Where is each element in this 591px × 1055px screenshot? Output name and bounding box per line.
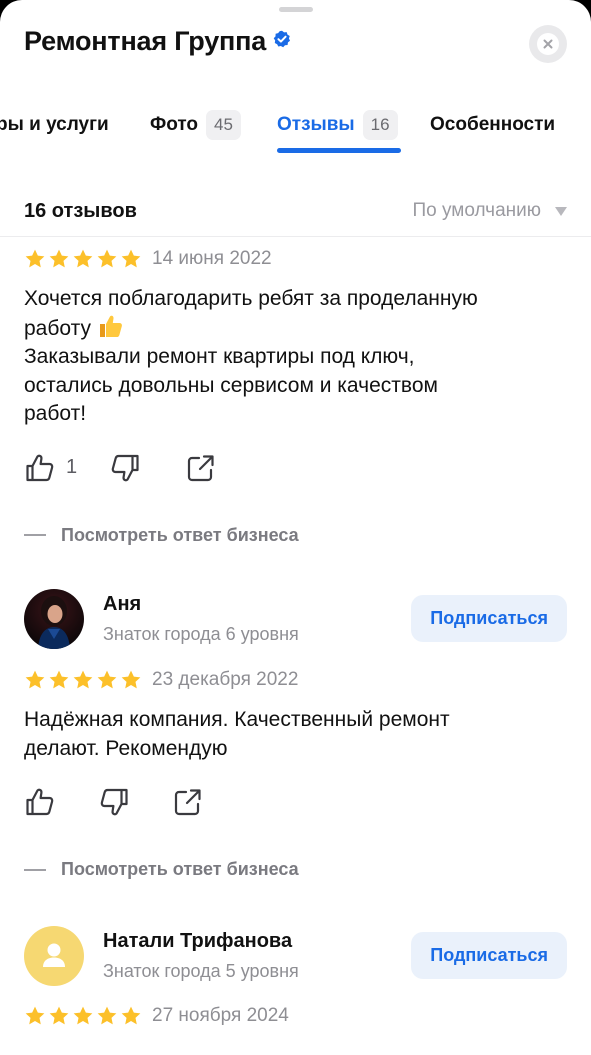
like-count: 1 — [66, 456, 78, 478]
sheet-grabber[interactable] — [279, 7, 313, 12]
star-icon — [121, 1006, 141, 1025]
rating-stars — [24, 1005, 142, 1027]
tab-features[interactable]: Особенности — [430, 108, 555, 142]
share-icon — [188, 454, 214, 481]
star-icon — [97, 249, 117, 268]
star-icon — [73, 670, 93, 689]
subscribe-button[interactable]: Подписаться — [411, 932, 567, 979]
dislike-button[interactable] — [109, 452, 141, 484]
author-level: Знаток города 6 уровня — [103, 624, 299, 644]
thumbs-up-emoji-icon — [99, 315, 122, 337]
user-placeholder-icon — [43, 943, 65, 967]
thumbs-down-icon — [100, 788, 128, 816]
tab-photos[interactable]: Фото 45 — [150, 108, 241, 142]
sort-dropdown[interactable]: По умолчанию — [413, 200, 567, 222]
review-date: 23 декабря 2022 — [152, 669, 299, 690]
close-button[interactable] — [529, 25, 567, 63]
share-button[interactable] — [172, 786, 204, 818]
review-sheet: Ремонтная Группа ры и услуги Фото 45 Отз… — [0, 0, 591, 1055]
rating-stars — [24, 669, 142, 691]
thumbs-down-icon — [111, 454, 139, 481]
share-button[interactable] — [185, 452, 217, 484]
star-icon — [73, 249, 93, 268]
review-author: Натали Трифанова Знаток города 5 уровня … — [24, 926, 567, 988]
review-card: 14 июня 2022 Хочется поблагодарить ребят… — [24, 245, 567, 546]
author-name[interactable]: Натали Трифанова — [103, 930, 292, 953]
rating-stars — [24, 248, 142, 270]
review-card: 23 декабря 2022 Надёжная компания. Качес… — [24, 666, 567, 880]
avatar[interactable] — [24, 589, 84, 649]
review-actions: 1 — [24, 451, 567, 485]
star-icon — [97, 670, 117, 689]
star-icon — [25, 1006, 45, 1025]
active-tab-indicator — [277, 148, 401, 153]
page-title: Ремонтная Группа — [24, 26, 267, 56]
review-date: 14 июня 2022 — [152, 248, 272, 269]
star-icon — [25, 670, 45, 689]
tab-count-badge: 45 — [206, 110, 241, 140]
like-button[interactable] — [24, 786, 56, 818]
author-level: Знаток города 5 уровня — [103, 961, 299, 981]
subscribe-button[interactable]: Подписаться — [411, 595, 567, 642]
star-icon — [49, 249, 69, 268]
review-actions — [24, 785, 567, 819]
divider — [0, 236, 591, 237]
thumbs-up-icon — [26, 788, 54, 816]
verified-check-icon — [273, 30, 291, 47]
share-icon — [174, 789, 201, 816]
like-button[interactable]: 1 — [24, 452, 77, 484]
star-icon — [25, 249, 45, 268]
dropdown-arrow-icon — [555, 206, 567, 216]
tab-services[interactable]: ры и услуги — [0, 108, 109, 142]
star-icon — [97, 1006, 117, 1025]
tab-count-badge: 16 — [362, 110, 398, 140]
header: Ремонтная Группа — [24, 26, 291, 57]
thumbs-up-icon — [26, 454, 54, 481]
star-icon — [49, 670, 69, 689]
star-icon — [121, 670, 141, 689]
star-icon — [121, 249, 141, 268]
dislike-button[interactable] — [98, 786, 130, 818]
tab-reviews[interactable]: Отзывы 16 — [277, 108, 398, 142]
star-icon — [73, 1006, 93, 1025]
view-business-reply[interactable]: Посмотреть ответ бизнеса — [24, 525, 567, 546]
review-text: Надёжная компания. Качественный ремонт д… — [24, 708, 450, 760]
star-icon — [49, 1006, 69, 1025]
review-date: 27 ноября 2024 — [152, 1005, 289, 1026]
review-author: Аня Знаток города 6 уровня Подписаться — [24, 589, 567, 651]
close-icon — [543, 39, 553, 49]
reviews-count: 16 отзывов — [24, 199, 137, 222]
reviews-toolbar: 16 отзывов По умолчанию — [24, 196, 567, 226]
review-card: 27 ноября 2024 — [24, 1002, 567, 1030]
avatar[interactable] — [24, 926, 84, 986]
review-text: Хочется поблагодарить ребят за проделанн… — [24, 287, 478, 425]
author-name[interactable]: Аня — [103, 593, 141, 616]
tab-bar: ры и услуги Фото 45 Отзывы 16 Особенност… — [0, 108, 591, 158]
view-business-reply[interactable]: Посмотреть ответ бизнеса — [24, 859, 567, 880]
